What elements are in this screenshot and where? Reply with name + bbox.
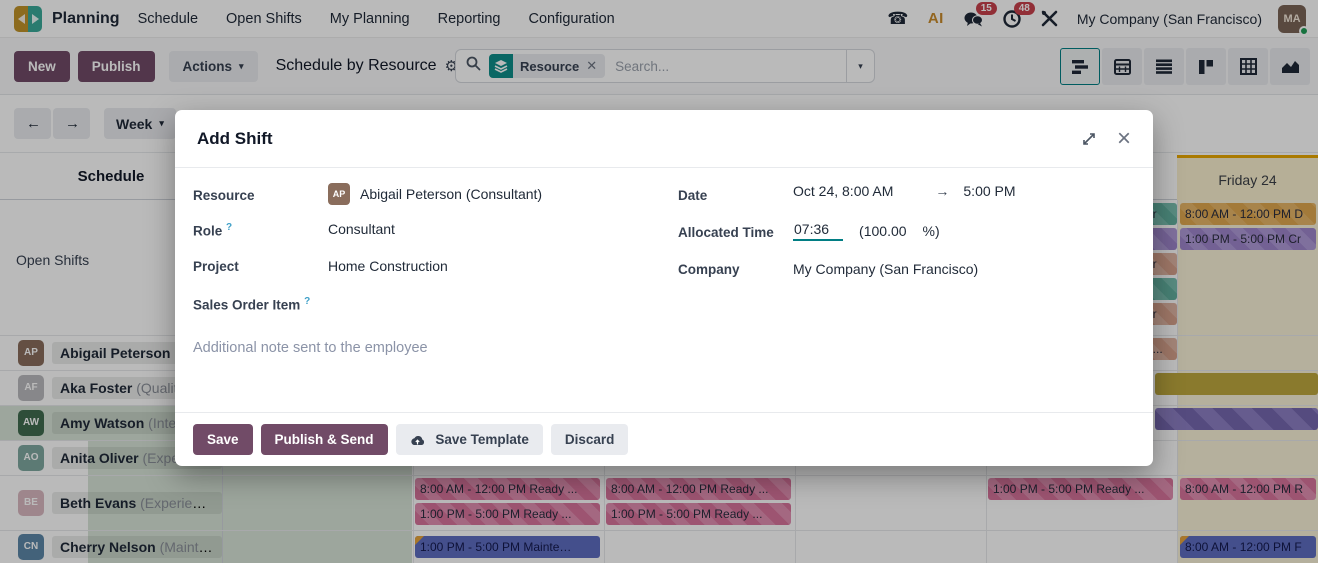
dialog-title: Add Shift	[197, 129, 273, 149]
allocated-time-input[interactable]: 07:36	[793, 221, 843, 241]
role-field-value[interactable]: Consultant	[328, 221, 395, 237]
date-field-label: Date	[678, 188, 707, 203]
discard-button[interactable]: Discard	[551, 424, 629, 455]
company-field-value[interactable]: My Company (San Francisco)	[793, 261, 978, 277]
company-field-label: Company	[678, 262, 740, 277]
help-icon[interactable]: ?	[226, 222, 232, 233]
close-icon[interactable]: ×	[1117, 129, 1131, 149]
help-icon[interactable]: ?	[304, 296, 310, 307]
resource-field-label: Resource	[193, 188, 255, 203]
dialog-header: Add Shift ×	[175, 110, 1153, 168]
project-field-value[interactable]: Home Construction	[328, 258, 448, 274]
planning-app-screen: Planning ScheduleOpen ShiftsMy PlanningR…	[0, 0, 1318, 563]
sales-order-item-field-value[interactable]	[345, 295, 645, 313]
arrow-right-icon: →	[935, 183, 949, 199]
save-button[interactable]: Save	[193, 424, 253, 455]
resource-field-value[interactable]: AP Abigail Peterson (Consultant)	[328, 183, 542, 205]
add-shift-dialog: Add Shift × Resource AP Abigail Peterson…	[175, 110, 1153, 466]
publish-send-button[interactable]: Publish & Send	[261, 424, 388, 455]
date-start[interactable]: Oct 24, 8:00 AM	[793, 183, 893, 199]
save-template-button[interactable]: Save Template	[396, 424, 543, 455]
resource-avatar: AP	[328, 183, 350, 205]
project-field-label: Project	[193, 259, 239, 274]
allocated-time-field-label: Allocated Time	[678, 225, 774, 240]
date-end[interactable]: 5:00 PM	[963, 183, 1015, 199]
dialog-footer: Save Publish & Send Save Template Discar…	[175, 412, 1153, 466]
expand-icon[interactable]	[1081, 131, 1097, 147]
date-field-value: Oct 24, 8:00 AM → 5:00 PM	[793, 183, 1138, 199]
allocated-time-field-value: 07:36 (100.00 %)	[793, 221, 940, 241]
cloud-upload-icon	[410, 434, 425, 446]
note-input[interactable]: Additional note sent to the employee	[193, 340, 1133, 400]
sales-order-item-field-label: Sales Order Item ?	[193, 296, 310, 313]
role-field-label: Role ?	[193, 222, 232, 239]
allocated-percentage-input[interactable]: (100.00	[859, 223, 906, 239]
